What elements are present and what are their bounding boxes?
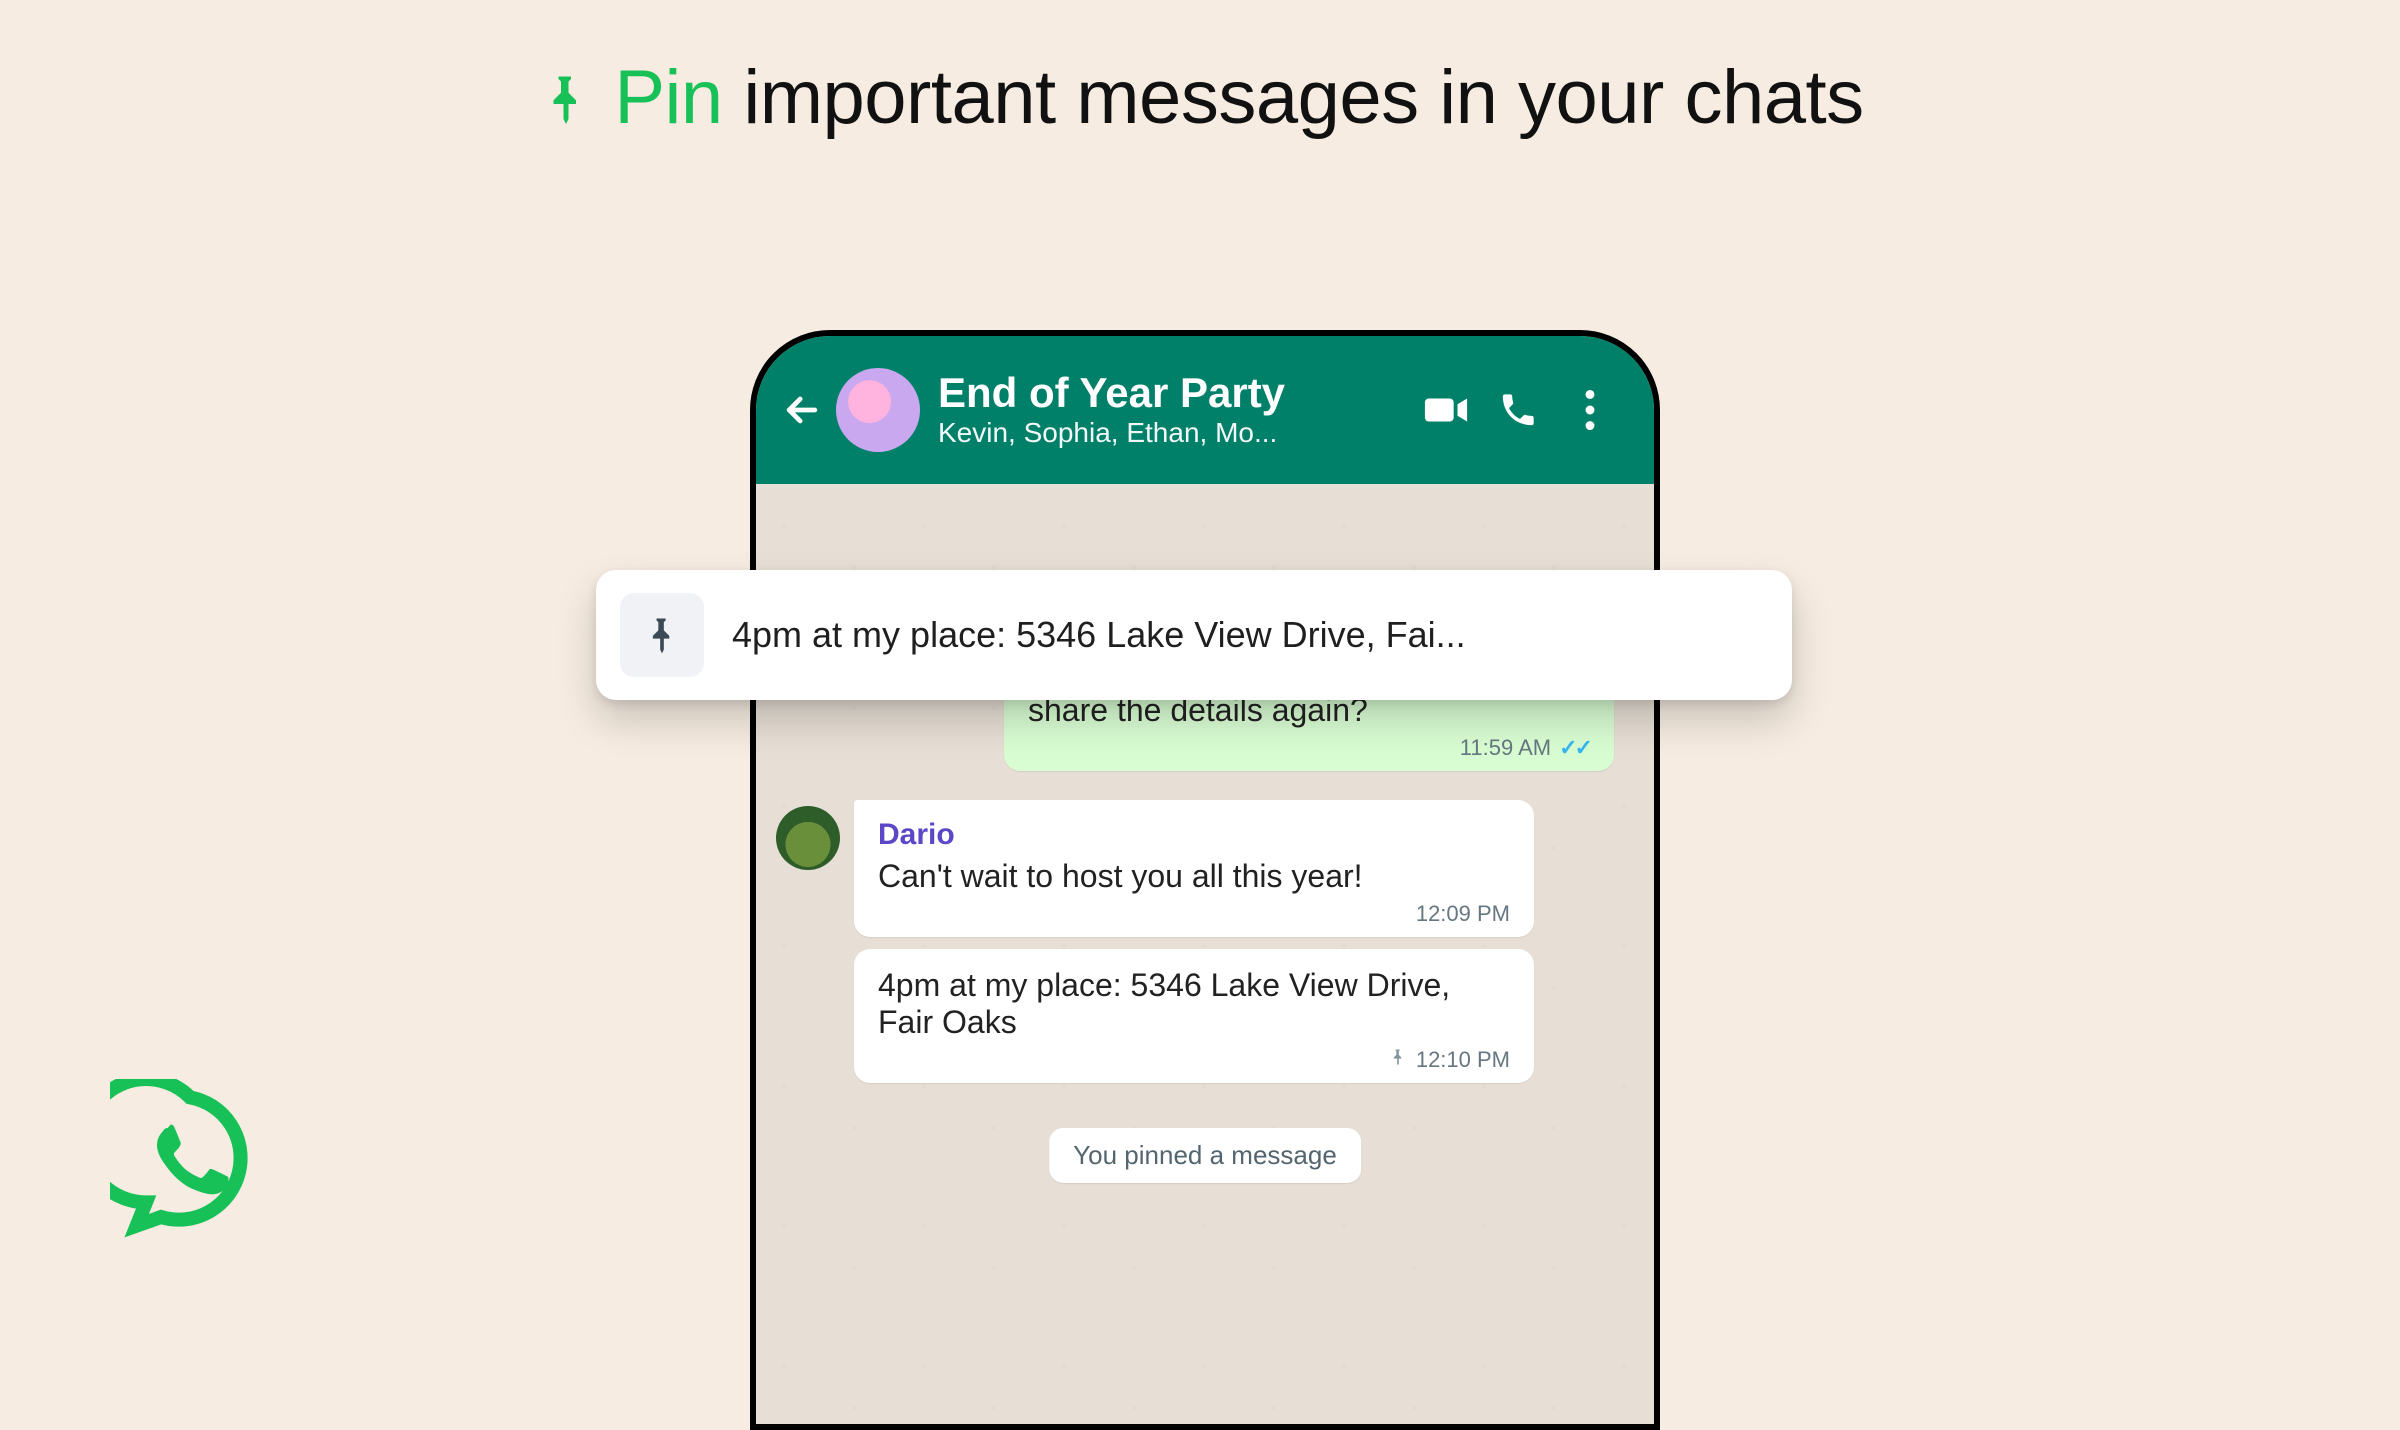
pin-icon bbox=[1388, 1047, 1408, 1073]
whatsapp-logo-icon bbox=[110, 1079, 270, 1239]
back-button[interactable] bbox=[774, 388, 830, 432]
voice-call-button[interactable] bbox=[1482, 390, 1554, 430]
incoming-message-1[interactable]: Dario Can't wait to host you all this ye… bbox=[854, 800, 1534, 937]
incoming-message-1-text: Can't wait to host you all this year! bbox=[878, 858, 1510, 895]
phone-frame: End of Year Party Kevin, Sophia, Ethan, … bbox=[750, 330, 1660, 1430]
incoming-message-1-time: 12:09 PM bbox=[1416, 901, 1510, 927]
more-options-button[interactable] bbox=[1554, 390, 1626, 430]
chat-title: End of Year Party bbox=[938, 371, 1410, 415]
video-call-button[interactable] bbox=[1410, 387, 1482, 433]
group-avatar[interactable] bbox=[836, 368, 920, 452]
pinned-message-banner[interactable]: 4pm at my place: 5346 Lake View Drive, F… bbox=[596, 570, 1792, 700]
incoming-message-2-text: 4pm at my place: 5346 Lake View Drive, F… bbox=[878, 967, 1510, 1041]
page-headline: Pin important messages in your chats bbox=[0, 54, 2400, 147]
system-message: You pinned a message bbox=[1049, 1128, 1361, 1183]
headline-green-word: Pin bbox=[614, 55, 722, 140]
outgoing-message-time: 11:59 AM bbox=[1460, 735, 1551, 761]
headline-rest: important messages in your chats bbox=[743, 55, 1863, 140]
chat-title-block[interactable]: End of Year Party Kevin, Sophia, Ethan, … bbox=[938, 371, 1410, 449]
chat-header: End of Year Party Kevin, Sophia, Ethan, … bbox=[756, 336, 1654, 484]
chat-subtitle: Kevin, Sophia, Ethan, Mo... bbox=[938, 417, 1410, 449]
incoming-message-2[interactable]: 4pm at my place: 5346 Lake View Drive, F… bbox=[854, 949, 1534, 1083]
system-message-text: You pinned a message bbox=[1073, 1140, 1337, 1170]
sender-avatar[interactable] bbox=[776, 806, 840, 870]
incoming-message-2-time: 12:10 PM bbox=[1416, 1047, 1510, 1073]
pin-icon bbox=[620, 593, 704, 677]
sender-name: Dario bbox=[878, 818, 1510, 852]
pin-icon bbox=[536, 60, 596, 147]
pinned-message-text: 4pm at my place: 5346 Lake View Drive, F… bbox=[732, 614, 1466, 656]
double-check-icon: ✓✓ bbox=[1559, 735, 1590, 761]
incoming-message-group: Dario Can't wait to host you all this ye… bbox=[776, 800, 1534, 1083]
